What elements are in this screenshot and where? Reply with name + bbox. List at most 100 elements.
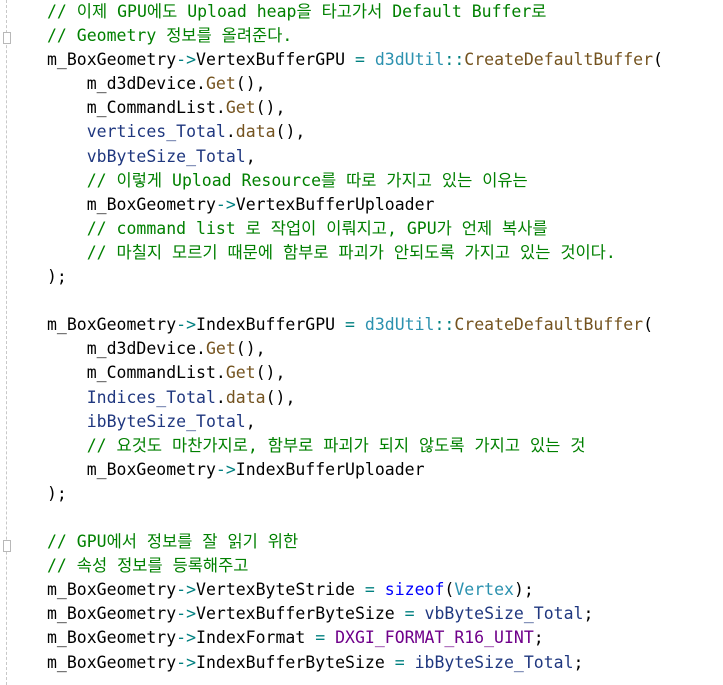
code-line[interactable]: // 요것도 마찬가지로, 함부로 파괴가 되지 않도록 가지고 있는 것 xyxy=(47,434,717,458)
code-token-type: d3dUtil xyxy=(374,50,445,70)
code-token-keyword: sizeof xyxy=(384,580,445,600)
code-token-op: -> xyxy=(176,315,197,335)
fold-marker-icon[interactable] xyxy=(3,32,11,44)
code-token-plain: m_BoxGeometry xyxy=(47,50,177,70)
code-line[interactable]: ); xyxy=(47,265,717,289)
code-token-plain: ); xyxy=(513,580,534,600)
editor-gutter xyxy=(0,0,11,685)
code-line[interactable]: ibByteSize_Total, xyxy=(47,410,717,434)
code-token-plain: IndexBufferGPU xyxy=(196,315,346,335)
code-token-comment: // 속성 정보를 등록해주고 xyxy=(47,556,249,576)
code-line[interactable]: // Geometry 정보를 올려준다. xyxy=(47,24,717,48)
code-token-op: :: xyxy=(434,315,455,335)
code-token-plain: ); xyxy=(47,483,67,503)
code-token-op: = xyxy=(394,652,415,672)
code-token-plain: m_CommandList. xyxy=(47,98,226,118)
code-token-comment: // 마칠지 모르기 때문에 함부로 파괴가 안되도록 가지고 있는 것이다. xyxy=(47,242,616,262)
code-token-func: Get xyxy=(205,74,236,94)
fold-marker-icon[interactable] xyxy=(3,540,11,552)
code-line[interactable]: m_BoxGeometry->VertexByteStride = sizeof… xyxy=(47,578,717,602)
code-token-op: -> xyxy=(176,628,197,648)
code-token-type: d3dUtil xyxy=(364,315,435,335)
code-token-plain: m_BoxGeometry xyxy=(47,604,177,624)
code-token-plain: , xyxy=(245,411,256,431)
code-line[interactable]: // command list 로 작업이 이뤄지고, GPU가 언제 복사를 xyxy=(47,217,717,241)
code-token-comment: // command list 로 작업이 이뤄지고, GPU가 언제 복사를 xyxy=(47,218,548,238)
code-line[interactable]: // 이렇게 Upload Resource를 따로 가지고 있는 이유는 xyxy=(47,169,717,193)
code-token-plain: , xyxy=(245,146,256,166)
code-token-func: data xyxy=(235,122,276,142)
code-token-member: ibByteSize_Total xyxy=(414,652,574,672)
code-token-plain: IndexFormat xyxy=(196,628,316,648)
code-token-plain: ( xyxy=(643,315,654,335)
code-token-func: data xyxy=(225,387,266,407)
code-line[interactable] xyxy=(47,506,717,530)
code-token-plain: . xyxy=(225,122,236,142)
code-token-plain: m_BoxGeometry xyxy=(47,315,177,335)
code-line[interactable]: vertices_Total.data(), xyxy=(47,120,717,144)
code-token-comment: // GPU에서 정보를 잘 읽기 위한 xyxy=(47,532,299,552)
code-line[interactable]: vbByteSize_Total, xyxy=(47,145,717,169)
fold-guide-line xyxy=(6,0,7,685)
code-line[interactable]: m_d3dDevice.Get(), xyxy=(47,72,717,96)
code-line[interactable]: m_BoxGeometry->VertexBufferByteSize = vb… xyxy=(47,602,717,626)
code-token-plain: m_BoxGeometry xyxy=(47,652,177,672)
code-line[interactable]: // GPU에서 정보를 잘 읽기 위한 xyxy=(47,530,717,554)
code-token-plain: ; xyxy=(573,652,584,672)
code-token-plain: m_CommandList. xyxy=(47,363,226,383)
code-token-plain: m_BoxGeometry xyxy=(47,459,216,479)
code-token-op: -> xyxy=(176,652,197,672)
code-token-op: = xyxy=(345,315,365,335)
code-token-plain: m_BoxGeometry xyxy=(47,628,177,648)
code-token-member: vbByteSize_Total xyxy=(424,604,584,624)
code-token-plain: VertexBufferGPU xyxy=(196,50,355,70)
code-line[interactable]: ); xyxy=(47,482,717,506)
code-token-plain: IndexBufferUploader xyxy=(235,459,425,479)
code-line[interactable]: m_BoxGeometry->IndexBufferUploader xyxy=(47,458,717,482)
code-token-func: CreateDefaultBuffer xyxy=(464,50,654,70)
code-token-func: Get xyxy=(225,98,256,118)
code-token-op: = xyxy=(354,50,375,70)
code-line[interactable]: m_BoxGeometry->IndexBufferByteSize = ibB… xyxy=(47,651,717,675)
code-line[interactable]: m_BoxGeometry->VertexBufferGPU = d3dUtil… xyxy=(47,48,717,72)
code-token-plain: m_BoxGeometry xyxy=(47,580,177,600)
code-token-plain: (), xyxy=(235,74,266,94)
code-token-plain: ; xyxy=(583,604,594,624)
code-token-func: CreateDefaultBuffer xyxy=(454,315,644,335)
code-token-plain: m_d3dDevice. xyxy=(47,339,206,359)
code-line[interactable]: m_CommandList.Get(), xyxy=(47,361,717,385)
code-token-plain: IndexBufferByteSize xyxy=(196,652,395,672)
code-token-comment: // 요것도 마찬가지로, 함부로 파괴가 되지 않도록 가지고 있는 것 xyxy=(47,435,586,455)
code-token-plain: (), xyxy=(255,363,286,383)
code-line[interactable]: m_BoxGeometry->VertexBufferUploader xyxy=(47,193,717,217)
code-token-plain: VertexByteStride xyxy=(196,580,365,600)
code-line[interactable]: // 속성 정보를 등록해주고 xyxy=(47,554,717,578)
code-token-plain: m_BoxGeometry xyxy=(47,194,216,214)
code-token-op: -> xyxy=(176,604,197,624)
code-token-op: -> xyxy=(176,50,197,70)
code-line[interactable]: m_BoxGeometry->IndexFormat = DXGI_FORMAT… xyxy=(47,626,717,650)
code-token-member: vbByteSize_Total xyxy=(86,146,246,166)
code-token-op: = xyxy=(364,580,385,600)
code-line[interactable] xyxy=(47,289,717,313)
code-line[interactable]: m_CommandList.Get(), xyxy=(47,96,717,120)
code-token-op: = xyxy=(404,604,425,624)
code-token-comment: // Geometry 정보를 올려준다. xyxy=(47,26,293,46)
code-token-type: Vertex xyxy=(454,580,514,600)
code-line[interactable]: m_d3dDevice.Get(), xyxy=(47,337,717,361)
code-token-op: -> xyxy=(215,194,236,214)
code-token-plain: ; xyxy=(533,628,544,648)
code-line[interactable]: // 마칠지 모르기 때문에 함부로 파괴가 안되도록 가지고 있는 것이다. xyxy=(47,241,717,265)
code-token-member: vertices_Total xyxy=(86,122,226,142)
code-token-plain: . xyxy=(215,387,226,407)
code-token-func: Get xyxy=(225,363,256,383)
code-token-op: = xyxy=(315,628,336,648)
code-editor[interactable]: // 이제 GPU에도 Upload heap을 타고가서 Default Bu… xyxy=(47,0,717,675)
code-line[interactable]: // 이제 GPU에도 Upload heap을 타고가서 Default Bu… xyxy=(47,0,717,24)
code-line[interactable]: Indices_Total.data(), xyxy=(47,386,717,410)
code-line[interactable]: m_BoxGeometry->IndexBufferGPU = d3dUtil:… xyxy=(47,313,717,337)
code-token-plain: (), xyxy=(235,339,266,359)
